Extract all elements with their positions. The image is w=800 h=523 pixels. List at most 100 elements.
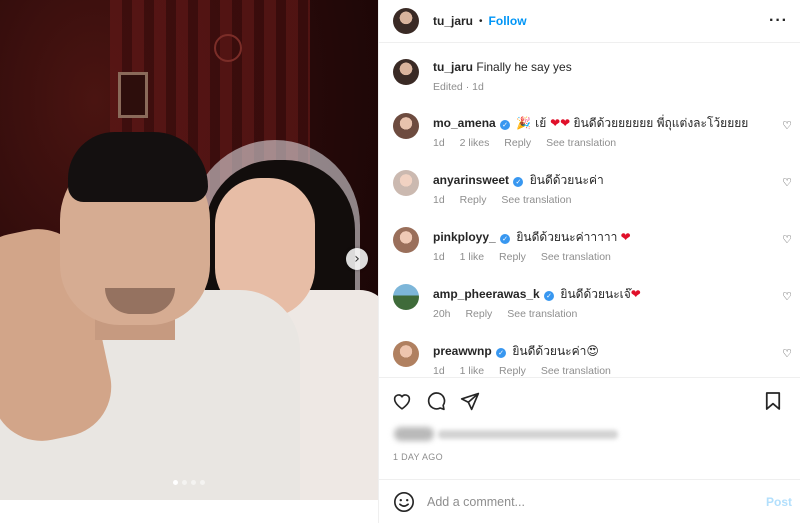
comment-username[interactable]: preawwnp bbox=[433, 344, 492, 358]
comment-meta: 1d Reply See translation bbox=[433, 194, 604, 206]
comment-translate-button[interactable]: See translation bbox=[501, 194, 571, 206]
comment-input[interactable] bbox=[427, 494, 758, 509]
carousel-next-button[interactable]: › bbox=[346, 248, 368, 270]
comment-text: ยินดีด้วยนะค่า bbox=[512, 344, 587, 358]
comment-avatar[interactable] bbox=[393, 284, 419, 310]
carousel-dot[interactable] bbox=[200, 480, 205, 485]
comment-heart-emoji: ❤ bbox=[630, 287, 641, 301]
like-heart-icon[interactable] bbox=[391, 390, 413, 412]
comment-item: anyarinsweet ✓ ยินดีด้วยนะค่า 1d Reply S… bbox=[393, 170, 800, 227]
comment-translate-button[interactable]: See translation bbox=[541, 251, 611, 263]
comment-reply-button[interactable]: Reply bbox=[504, 137, 531, 149]
background-emblem bbox=[214, 34, 242, 62]
carousel-dot[interactable] bbox=[182, 480, 187, 485]
comment-bubble-icon[interactable] bbox=[425, 390, 447, 412]
comment-like-heart-icon[interactable]: ♡ bbox=[782, 290, 792, 303]
post-date: 1 DAY AGO bbox=[393, 452, 443, 462]
comment-time: 1d bbox=[433, 365, 445, 377]
comment-meta: 20h Reply See translation bbox=[433, 308, 641, 320]
comment-body: anyarinsweet ✓ ยินดีด้วยนะค่า 1d Reply S… bbox=[433, 170, 604, 227]
comment-like-heart-icon[interactable]: ♡ bbox=[782, 119, 792, 132]
liked-by-avatars bbox=[394, 427, 434, 441]
comment-username[interactable]: mo_amena bbox=[433, 116, 496, 130]
post-action-bar bbox=[379, 377, 800, 423]
carousel-dots bbox=[0, 480, 378, 485]
background-frame bbox=[118, 72, 148, 118]
verified-badge-icon: ✓ bbox=[513, 177, 524, 187]
comment-reply-button[interactable]: Reply bbox=[460, 194, 487, 206]
comment-translate-button[interactable]: See translation bbox=[507, 308, 577, 320]
post-caption: tu_jaru Finally he say yes Edited · 1d bbox=[393, 59, 800, 93]
comment-avatar[interactable] bbox=[393, 170, 419, 196]
comment-body: pinkployy_ ✓ ยินดีด้วยนะค่าาาาา ❤ 1d 1 l… bbox=[433, 227, 631, 284]
comment-meta: 1d 1 like Reply See translation bbox=[433, 251, 631, 263]
comment-likes[interactable]: 1 like bbox=[460, 251, 485, 263]
instagram-post: › tu_jaru • Follow ··· tu_jaru Finally h… bbox=[0, 0, 800, 523]
comment-avatar[interactable] bbox=[393, 227, 419, 253]
comment-item: mo_amena ✓ 🎉 เย้ ❤❤ ยินดีด้วยยยยยย พี่ถุ… bbox=[393, 113, 800, 170]
comment-text: ยินดีด้วยนะเจ๊ bbox=[560, 287, 631, 301]
comment-like-heart-icon[interactable]: ♡ bbox=[782, 233, 792, 246]
caption-text-block: tu_jaru Finally he say yes Edited · 1d bbox=[433, 59, 572, 93]
comment-reply-button[interactable]: Reply bbox=[499, 251, 526, 263]
author-avatar[interactable] bbox=[393, 8, 419, 34]
follow-button[interactable]: Follow bbox=[489, 14, 527, 28]
comment-meta: 1d 2 likes Reply See translation bbox=[433, 137, 748, 149]
chevron-right-icon: › bbox=[354, 251, 360, 267]
comment-time: 1d bbox=[433, 251, 445, 263]
comment-line: pinkployy_ ✓ ยินดีด้วยนะค่าาาาา ❤ bbox=[433, 229, 631, 245]
post-photo[interactable] bbox=[0, 0, 378, 500]
verified-badge-icon: ✓ bbox=[500, 234, 511, 244]
comment-reply-button[interactable]: Reply bbox=[465, 308, 492, 320]
more-options-icon[interactable]: ··· bbox=[769, 12, 788, 30]
carousel-dot[interactable] bbox=[191, 480, 196, 485]
comment-likes[interactable]: 1 like bbox=[460, 365, 485, 377]
share-send-icon[interactable] bbox=[459, 390, 481, 412]
comment-translate-button[interactable]: See translation bbox=[546, 137, 616, 149]
author-username[interactable]: tu_jaru bbox=[433, 14, 473, 28]
comment-line: mo_amena ✓ 🎉 เย้ ❤❤ ยินดีด้วยยยยยย พี่ถุ… bbox=[433, 115, 748, 131]
comment-time: 20h bbox=[433, 308, 451, 320]
comment-item: pinkployy_ ✓ ยินดีด้วยนะค่าาาาา ❤ 1d 1 l… bbox=[393, 227, 800, 284]
post-header: tu_jaru • Follow ··· bbox=[379, 0, 800, 43]
comment-username[interactable]: amp_pheerawas_k bbox=[433, 287, 540, 301]
comment-avatar[interactable] bbox=[393, 113, 419, 139]
caption-line: tu_jaru Finally he say yes bbox=[433, 59, 572, 75]
caption-avatar[interactable] bbox=[393, 59, 419, 85]
groom-hair bbox=[68, 132, 208, 202]
comment-username[interactable]: pinkployy_ bbox=[433, 230, 496, 244]
comment-time: 1d bbox=[433, 194, 445, 206]
bookmark-icon[interactable] bbox=[762, 390, 784, 412]
comment-line: preawwnp ✓ ยินดีด้วยนะค่า😍 bbox=[433, 343, 623, 359]
comment-reply-button[interactable]: Reply bbox=[499, 365, 526, 377]
comment-emoji: 😍 bbox=[586, 344, 599, 358]
verified-badge-icon: ✓ bbox=[496, 348, 507, 358]
comment-time: 1d bbox=[433, 137, 445, 149]
caption-meta: Edited · 1d bbox=[433, 81, 484, 93]
post-media: › bbox=[0, 0, 378, 523]
comment-text: ยินดีด้วยนะค่าาาาา bbox=[516, 230, 621, 244]
comment-like-heart-icon[interactable]: ♡ bbox=[782, 176, 792, 189]
comment-body: preawwnp ✓ ยินดีด้วยนะค่า😍 1d 1 like Rep… bbox=[433, 341, 623, 377]
verified-badge-icon: ✓ bbox=[500, 120, 511, 130]
comment-avatar[interactable] bbox=[393, 341, 419, 367]
comment-body: mo_amena ✓ 🎉 เย้ ❤❤ ยินดีด้วยยยยยย พี่ถุ… bbox=[433, 113, 748, 170]
comment-heart-emoji: ❤❤ bbox=[550, 116, 571, 130]
caption-username[interactable]: tu_jaru bbox=[433, 60, 473, 74]
comment-heart-emoji: ❤ bbox=[620, 230, 631, 244]
comment-likes[interactable]: 2 likes bbox=[460, 137, 490, 149]
header-separator: • bbox=[479, 15, 483, 27]
comment-text: ยินดีด้วยยยยยย พี่ถุแต่งละโว้ยยยย bbox=[570, 116, 749, 130]
comments-list[interactable]: tu_jaru Finally he say yes Edited · 1d m… bbox=[379, 44, 800, 377]
liked-by-blurred bbox=[394, 427, 624, 441]
emoji-smile-icon[interactable] bbox=[393, 491, 415, 513]
comment-text-prefix: 🎉 เย้ bbox=[516, 116, 551, 130]
comment-translate-button[interactable]: See translation bbox=[541, 365, 611, 377]
comment-body: amp_pheerawas_k ✓ ยินดีด้วยนะเจ๊❤ 20h Re… bbox=[433, 284, 641, 341]
verified-badge-icon: ✓ bbox=[544, 291, 555, 301]
comment-text: ยินดีด้วยนะค่า bbox=[529, 173, 604, 187]
comment-username[interactable]: anyarinsweet bbox=[433, 173, 509, 187]
comment-like-heart-icon[interactable]: ♡ bbox=[782, 347, 792, 360]
post-comment-button[interactable]: Post bbox=[766, 495, 792, 509]
carousel-dot[interactable] bbox=[173, 480, 178, 485]
